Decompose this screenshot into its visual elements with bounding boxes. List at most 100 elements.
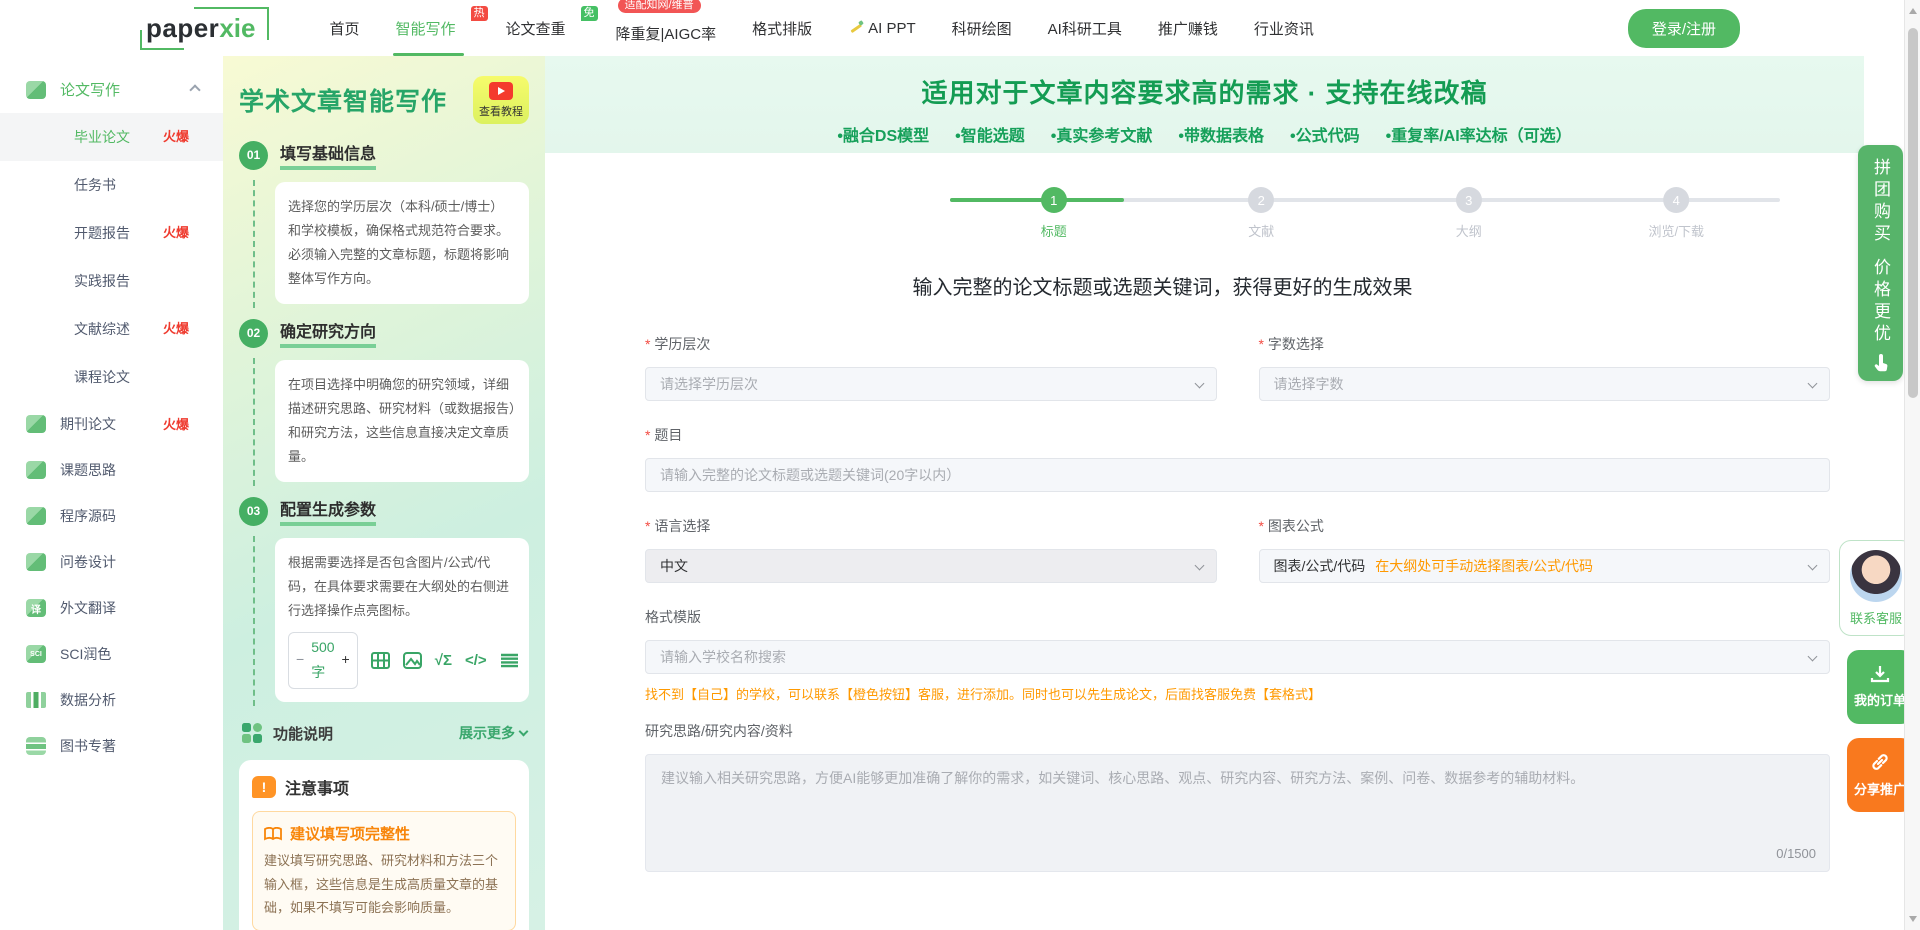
sidebar-item-translation[interactable]: 外文翻译: [0, 585, 223, 631]
scrollbar-thumb[interactable]: [1908, 28, 1918, 398]
language-select[interactable]: 中文: [645, 549, 1217, 583]
nav-item-ai-research-tools[interactable]: AI科研工具: [1048, 0, 1122, 56]
step-node-literature[interactable]: 2 文献: [1248, 187, 1274, 240]
hot-label: 火爆: [162, 225, 189, 240]
sidebar-group-paper-writing[interactable]: 论文写作: [0, 66, 223, 113]
sidebar-item-literature-review[interactable]: 文献综述 火爆: [0, 305, 223, 353]
cnki-tag: 适配知网/维普: [617, 0, 701, 13]
word-count-select[interactable]: 请选择字数: [1258, 367, 1830, 401]
sidebar-item-sci-polish[interactable]: SCI润色: [0, 631, 223, 677]
guide-step-2: 02 确定研究方向 在项目选择中明确您的研究领域，详细描述研究思路、研究材料（或…: [239, 318, 529, 487]
page-scrollbar: [1904, 0, 1920, 930]
code-icon[interactable]: </>: [465, 647, 487, 675]
hot-badge: 热: [470, 6, 488, 21]
step-node-download[interactable]: 4 浏览/下载: [1648, 187, 1704, 240]
lines-icon[interactable]: [500, 653, 519, 668]
hot-label: 火爆: [162, 417, 189, 432]
nav-item-smart-writing[interactable]: 智能写作 热: [393, 0, 488, 56]
education-level-select[interactable]: 请选择学历层次: [645, 367, 1217, 401]
sidebar-item-course-paper[interactable]: 课程论文: [0, 353, 223, 401]
research-textarea[interactable]: [645, 754, 1830, 872]
chart-formula-hint: 在大纲处可手动选择图表/公式/代码: [1375, 558, 1594, 574]
nav-item-formatting[interactable]: 格式排版: [752, 0, 812, 56]
nav-item-home[interactable]: 首页: [329, 0, 359, 56]
sidebar-item-book-monograph[interactable]: 图书专著: [0, 723, 223, 769]
sidebar-item-journal-paper[interactable]: 期刊论文 火爆: [0, 401, 223, 447]
school-template-select[interactable]: 请输入学校名称搜索: [645, 640, 1830, 674]
chevron-down-icon: [1807, 651, 1818, 662]
guide-step-1: 01 填写基础信息 选择您的学历层次（本科/硕士/博士）和学校模板，确保格式规范…: [239, 140, 529, 309]
chart-formula-select[interactable]: 图表/公式/代码 在大纲处可手动选择图表/公式/代码: [1258, 549, 1830, 583]
stepper-progress: [950, 198, 1125, 202]
form-prompt: 输入完整的论文标题或选题关键词，获得更好的生成效果: [912, 277, 1413, 299]
chevron-down-icon: [1194, 378, 1204, 389]
book-icon: [264, 826, 282, 841]
step-description-card: 根据需要选择是否包含图片/公式/代码，在具体要求需要在大纲处的右侧进行选择操作点…: [275, 538, 529, 703]
nav-item-plagiarism-check[interactable]: 论文查重 免: [506, 0, 598, 56]
research-label: 研究思路/研究内容/资料: [645, 723, 793, 739]
minus-button[interactable]: −: [296, 647, 304, 673]
guide-step-3: 03 配置生成参数 根据需要选择是否包含图片/公式/代码，在具体要求需要在大纲处…: [239, 496, 529, 707]
contact-service-label: 联系客服: [1849, 611, 1902, 626]
nav-item-sci-drawing[interactable]: 科研绘图: [952, 0, 1012, 56]
sidebar-item-topic-ideas[interactable]: 课题思路: [0, 447, 223, 493]
sidebar-item-questionnaire[interactable]: 问卷设计: [0, 539, 223, 585]
paperxie-logo[interactable]: paper xie: [140, 6, 270, 50]
education-level-label: 学历层次: [645, 334, 1217, 354]
step-node-title[interactable]: 1 标题: [1040, 187, 1067, 240]
sidebar-item-data-analysis[interactable]: 数据分析: [0, 677, 223, 723]
sidebar-item-graduation-thesis[interactable]: 毕业论文 火爆: [0, 113, 223, 161]
scroll-up-arrow[interactable]: [1909, 8, 1917, 14]
table-icon[interactable]: [370, 651, 390, 669]
step-node-outline[interactable]: 3 大纲: [1455, 187, 1482, 240]
alert-icon: [252, 776, 276, 799]
step-number-badge: 01: [239, 140, 268, 170]
video-play-icon: [489, 82, 513, 100]
guide-panel: 学术文章智能写作 查看教程 01 填写基础信息 选择您的学历层次（本科/硕士/博…: [223, 56, 545, 930]
sci-icon: [26, 645, 46, 663]
nav-item-industry-news[interactable]: 行业资讯: [1254, 0, 1314, 56]
formula-icon[interactable]: √Σ: [435, 647, 452, 675]
contact-service-widget[interactable]: 联系客服: [1839, 540, 1913, 636]
paper-form: 学历层次 请选择学历层次 字数选择 请选择字数 题目: [645, 334, 1830, 875]
free-badge: 免: [580, 6, 598, 21]
chevron-down-icon: [1194, 560, 1204, 571]
folder-icon: [26, 461, 46, 479]
view-tutorial-button[interactable]: 查看教程: [473, 76, 529, 124]
word-count-value: 500 字: [311, 638, 335, 681]
wand-icon: [851, 20, 864, 33]
nav-item-reduce-aigc[interactable]: 适配知网/维普 降重复|AIGC率: [616, 0, 716, 56]
main-content: 适用对于文章内容要求高的需求 · 支持在线改稿 •融合DS模型 •智能选题 •真…: [545, 56, 1920, 930]
language-label: 语言选择: [645, 516, 1217, 536]
show-more-link[interactable]: 展示更多: [459, 723, 529, 743]
nav-item-ai-ppt[interactable]: AI PPT: [848, 0, 916, 56]
sidebar-item-source-code[interactable]: 程序源码: [0, 493, 223, 539]
group-buy-tab[interactable]: 拼团购买 价格更优: [1858, 145, 1903, 381]
scroll-down-arrow[interactable]: [1909, 916, 1917, 922]
top-navigation-bar: paper xie 首页 智能写作 热 论文查重 免 适配知网/维普 降重复|A…: [0, 0, 1920, 56]
hot-label: 火爆: [162, 129, 189, 144]
sidebar-item-practice-report[interactable]: 实践报告: [0, 257, 223, 305]
plus-button[interactable]: +: [342, 647, 350, 673]
sidebar-item-proposal-report[interactable]: 开题报告 火爆: [0, 209, 223, 257]
logo-frame-icon: [194, 6, 270, 41]
clipboard-icon: [26, 553, 46, 571]
download-icon: [1870, 666, 1890, 683]
login-register-button[interactable]: 登录/注册: [1627, 8, 1740, 48]
sidebar-item-task-book[interactable]: 任务书: [0, 161, 223, 209]
hot-label: 火爆: [162, 321, 189, 336]
journal-icon: [26, 415, 46, 433]
chevron-down-icon: [1807, 560, 1818, 571]
chart-formula-label: 图表公式: [1259, 516, 1831, 536]
service-agent-avatar: [1850, 550, 1902, 602]
features-label: 功能说明: [273, 725, 334, 743]
translate-icon: [26, 599, 46, 617]
step-description-card: 选择您的学历层次（本科/硕士/博士）和学校模板，确保格式规范符合要求。必须输入完…: [275, 182, 529, 305]
hero-band: 适用对于文章内容要求高的需求 · 支持在线改稿 •融合DS模型 •智能选题 •真…: [545, 56, 1864, 153]
bar-chart-icon: [26, 692, 46, 708]
nav-item-promotion[interactable]: 推广赚钱: [1158, 0, 1218, 56]
title-input[interactable]: [645, 458, 1830, 492]
image-icon[interactable]: [402, 651, 422, 669]
template-note: 找不到【自己】的学校，可以联系【橙色按钮】客服，进行添加。同时也可以先生成论文，…: [645, 687, 1322, 702]
title-label: 题目: [645, 425, 1830, 445]
